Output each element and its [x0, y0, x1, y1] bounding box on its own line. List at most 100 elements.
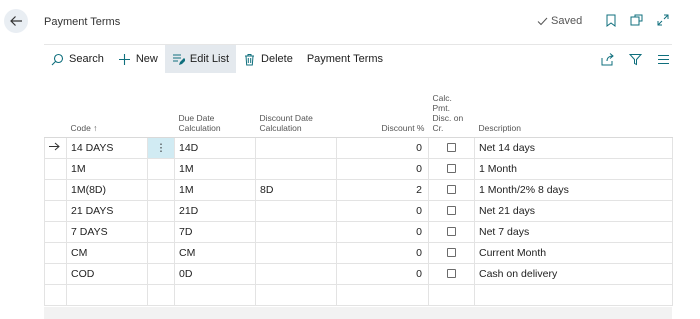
cell-discount-date[interactable]: 8D — [255, 179, 337, 201]
calc-pmt-checkbox[interactable] — [447, 269, 456, 279]
header-calc-pmt-disc[interactable]: Calc. Pmt. Disc. on Cr. — [428, 80, 475, 138]
cell-description[interactable]: Current Month — [474, 242, 673, 264]
new-button[interactable]: New — [111, 45, 165, 73]
row-marker — [44, 284, 67, 306]
delete-label: Delete — [261, 53, 293, 65]
more-vertical-icon: ⋮ — [155, 141, 167, 154]
table-row[interactable]: 14 DAYS ⋮ 14D 0 Net 14 days — [44, 137, 673, 159]
row-marker — [44, 200, 67, 222]
cell-description[interactable]: 1 Month/2% 8 days — [474, 179, 673, 201]
cell-discount-percent[interactable]: 0 — [336, 137, 429, 159]
table-row[interactable]: CM CM 0 Current Month — [44, 242, 673, 264]
cell-description[interactable] — [474, 284, 673, 306]
cell-due-date[interactable]: 0D — [174, 263, 256, 285]
cell-calc-pmt-disc[interactable] — [428, 221, 475, 243]
calc-pmt-checkbox[interactable] — [447, 164, 456, 174]
cell-calc-pmt-disc[interactable] — [428, 158, 475, 180]
cell-discount-date[interactable] — [255, 263, 337, 285]
header-due-date-calculation[interactable]: Due Date Calculation — [174, 80, 256, 138]
row-menu-button[interactable]: ⋮ — [147, 137, 175, 159]
open-in-new-window-icon[interactable] — [630, 13, 643, 27]
share-icon[interactable] — [600, 52, 614, 66]
calc-pmt-checkbox[interactable] — [447, 185, 456, 195]
cell-description[interactable]: 1 Month — [474, 158, 673, 180]
payment-terms-action[interactable]: Payment Terms — [300, 45, 390, 73]
cell-discount-date[interactable] — [255, 137, 337, 159]
payment-terms-action-label: Payment Terms — [306, 53, 384, 65]
cell-discount-date[interactable] — [255, 221, 337, 243]
table-row[interactable]: 7 DAYS 7D 0 Net 7 days — [44, 221, 673, 243]
calc-pmt-checkbox[interactable] — [447, 248, 456, 258]
cell-due-date[interactable]: 14D — [174, 137, 256, 159]
calc-pmt-checkbox[interactable] — [447, 227, 456, 237]
cell-code[interactable] — [66, 284, 148, 306]
cell-discount-percent[interactable]: 0 — [336, 221, 429, 243]
cell-due-date[interactable]: 7D — [174, 221, 256, 243]
expand-icon[interactable] — [656, 13, 669, 27]
cell-code[interactable]: 7 DAYS — [66, 221, 148, 243]
calc-pmt-checkbox[interactable] — [447, 143, 456, 153]
cell-due-date[interactable]: CM — [174, 242, 256, 264]
search-icon — [51, 53, 64, 65]
cell-discount-date[interactable] — [255, 242, 337, 264]
cell-calc-pmt-disc[interactable] — [428, 284, 475, 306]
cell-discount-date[interactable] — [255, 284, 337, 306]
cell-description[interactable]: Net 7 days — [474, 221, 673, 243]
cell-discount-date[interactable] — [255, 158, 337, 180]
table-row[interactable]: 1M(8D) 1M 8D 2 1 Month/2% 8 days — [44, 179, 673, 201]
cell-code[interactable]: 21 DAYS — [66, 200, 148, 222]
row-marker — [44, 242, 67, 264]
cell-description[interactable]: Net 14 days — [474, 137, 673, 159]
cell-description[interactable]: Cash on delivery — [474, 263, 673, 285]
back-button[interactable] — [4, 9, 28, 33]
cell-calc-pmt-disc[interactable] — [428, 263, 475, 285]
search-button[interactable]: Search — [44, 45, 111, 73]
edit-list-icon — [172, 53, 185, 65]
cell-code[interactable]: 1M(8D) — [66, 179, 148, 201]
calc-pmt-checkbox[interactable] — [447, 206, 456, 216]
cell-due-date[interactable] — [174, 284, 256, 306]
table-header-row: Code ↑ Due Date Calculation Discount Dat… — [44, 80, 673, 138]
cell-discount-percent[interactable]: 0 — [336, 242, 429, 264]
cell-code[interactable]: 14 DAYS — [66, 137, 148, 159]
cell-code[interactable]: CM — [66, 242, 148, 264]
header-description[interactable]: Description — [474, 80, 673, 138]
cell-code[interactable]: 1M — [66, 158, 148, 180]
cell-calc-pmt-disc[interactable] — [428, 242, 475, 264]
cell-discount-percent[interactable]: 0 — [336, 158, 429, 180]
cell-description[interactable]: Net 21 days — [474, 200, 673, 222]
header-discount-date-calculation[interactable]: Discount Date Calculation — [255, 80, 337, 138]
cell-calc-pmt-disc[interactable] — [428, 137, 475, 159]
cell-discount-percent[interactable] — [336, 284, 429, 306]
cell-calc-pmt-disc[interactable] — [428, 200, 475, 222]
filter-icon[interactable] — [628, 52, 642, 66]
cell-code[interactable]: COD — [66, 263, 148, 285]
header-code[interactable]: Code ↑ — [66, 80, 148, 138]
cell-discount-percent[interactable]: 2 — [336, 179, 429, 201]
table-row-new[interactable] — [44, 284, 673, 306]
cell-discount-percent[interactable]: 0 — [336, 263, 429, 285]
list-view-icon[interactable] — [656, 52, 670, 66]
table-row[interactable]: 21 DAYS 21D 0 Net 21 days — [44, 200, 673, 222]
header-discount-percent[interactable]: Discount % — [336, 80, 429, 138]
row-marker — [44, 158, 67, 180]
row-menu-cell — [147, 179, 175, 201]
cell-discount-percent[interactable]: 0 — [336, 200, 429, 222]
table-row[interactable]: 1M 1M 0 1 Month — [44, 158, 673, 180]
header-row-marker — [44, 80, 67, 138]
cell-due-date[interactable]: 21D — [174, 200, 256, 222]
row-marker — [44, 179, 67, 201]
bookmark-icon[interactable] — [604, 13, 617, 27]
table-row[interactable]: COD 0D 0 Cash on delivery — [44, 263, 673, 285]
row-menu-cell — [147, 242, 175, 264]
cell-discount-date[interactable] — [255, 200, 337, 222]
plus-icon — [118, 53, 130, 65]
cell-due-date[interactable]: 1M — [174, 179, 256, 201]
cell-calc-pmt-disc[interactable] — [428, 179, 475, 201]
page-title: Payment Terms — [44, 16, 121, 28]
delete-button[interactable]: Delete — [236, 45, 300, 73]
edit-list-button[interactable]: Edit List — [164, 45, 237, 73]
action-bar: Search New Edit List Delete Payment Term… — [44, 45, 672, 73]
cell-due-date[interactable]: 1M — [174, 158, 256, 180]
search-label: Search — [69, 53, 104, 65]
